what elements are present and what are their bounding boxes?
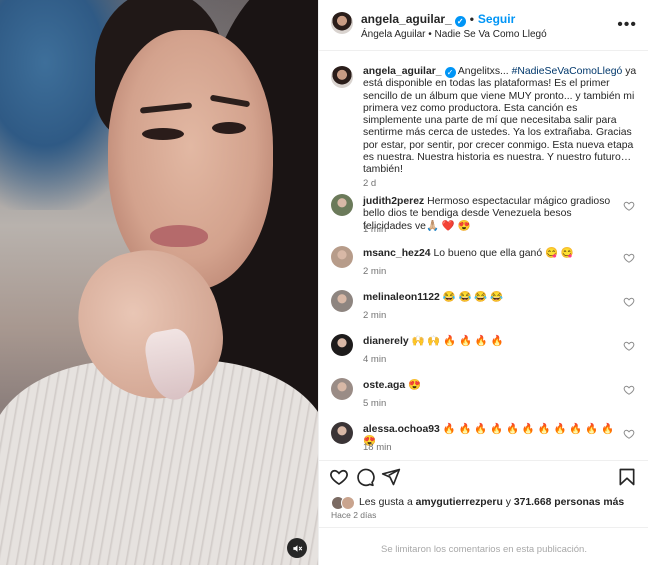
- comment-time[interactable]: 4 min: [363, 354, 386, 365]
- likes-summary[interactable]: Les gusta a amygutierrezperu y 371.668 p…: [331, 496, 637, 510]
- eye-right: [212, 122, 246, 134]
- comment-avatar[interactable]: [331, 194, 353, 216]
- comment-avatar[interactable]: [331, 246, 353, 268]
- comment-body: 😍: [408, 380, 421, 391]
- comments-limited-footer: Se limitaron los comentarios en esta pub…: [319, 527, 648, 565]
- caption-intro: Angelitxs...: [457, 66, 512, 77]
- comment-text: melinaleon1122 😂 😂 😂 😂: [363, 292, 617, 304]
- comment-body: 😂 😂 😂 😂: [442, 292, 504, 303]
- audio-track-link[interactable]: Ángela Aguilar • Nadie Se Va Como Llegó: [361, 29, 547, 40]
- caption-hashtag[interactable]: #NadieSeVaComoLlegó: [512, 66, 623, 77]
- heart-icon[interactable]: [329, 467, 349, 487]
- comment-avatar[interactable]: [331, 422, 353, 444]
- likes-user[interactable]: amygutierrezperu: [416, 497, 503, 508]
- comment-like-heart-icon[interactable]: [623, 384, 635, 396]
- avatar: [341, 496, 355, 510]
- comment-like-heart-icon[interactable]: [623, 200, 635, 212]
- caption-username[interactable]: angela_aguilar_: [363, 66, 442, 77]
- post-dialog: angela_aguilar_ ✓ • Seguir Ángela Aguilar •…: [0, 0, 648, 565]
- header-user-row: angela_aguilar_ ✓ • Seguir: [361, 12, 515, 27]
- comment-avatar[interactable]: [331, 378, 353, 400]
- likes-connector: y: [502, 497, 514, 508]
- likers-avatars: [331, 496, 357, 510]
- comment-like-heart-icon[interactable]: [623, 428, 635, 440]
- comment-username[interactable]: msanc_hez24: [363, 248, 431, 259]
- comment-username[interactable]: alessa.ochoa93: [363, 424, 440, 435]
- header-username[interactable]: angela_aguilar_: [361, 12, 452, 26]
- comment-username[interactable]: oste.aga: [363, 380, 405, 391]
- post-video[interactable]: [0, 0, 318, 565]
- caption-time[interactable]: 2 d: [363, 178, 376, 189]
- more-horizontal-icon[interactable]: •••: [617, 16, 637, 34]
- comment-like-heart-icon[interactable]: [623, 252, 635, 264]
- post-sidebar: angela_aguilar_ ✓ • Seguir Ángela Aguilar •…: [318, 0, 648, 565]
- post-date[interactable]: Hace 2 días: [331, 510, 376, 520]
- post-header: angela_aguilar_ ✓ • Seguir Ángela Aguilar •…: [319, 0, 648, 51]
- likes-count[interactable]: 371.668 personas más: [514, 497, 624, 508]
- comment-text: alessa.ochoa93 🔥 🔥 🔥 🔥 🔥 🔥 🔥 🔥 🔥 🔥 🔥 😍: [363, 424, 617, 449]
- caption-avatar[interactable]: [331, 66, 353, 88]
- comment-time[interactable]: 18 min: [363, 442, 392, 453]
- comment-text: msanc_hez24 Lo bueno que ella ganó 😋 😋: [363, 248, 617, 260]
- bookmark-icon[interactable]: [617, 467, 637, 487]
- comment-time[interactable]: 2 min: [363, 310, 386, 321]
- comment-username[interactable]: judith2perez: [363, 196, 424, 207]
- mute-button[interactable]: [287, 538, 307, 558]
- share-icon[interactable]: [381, 467, 401, 487]
- comment-avatar[interactable]: [331, 290, 353, 312]
- comment-text: judith2perez Hermoso espectacular mágico…: [363, 196, 617, 233]
- comment-username[interactable]: melinaleon1122: [363, 292, 440, 303]
- likes-text: Les gusta a amygutierrezperu y 371.668 p…: [359, 497, 624, 508]
- separator-dot: •: [469, 12, 474, 26]
- comment-time[interactable]: 5 min: [363, 398, 386, 409]
- comment-avatar[interactable]: [331, 334, 353, 356]
- likes-prefix: Les gusta a: [359, 497, 416, 508]
- eye-left: [142, 128, 184, 140]
- caption-text: angela_aguilar_ ✓ Angelitxs... #NadieSeVa…: [363, 66, 637, 177]
- comment-body: 🙌 🙌 🔥 🔥 🔥 🔥: [411, 336, 504, 347]
- comment-text: dianerely 🙌 🙌 🔥 🔥 🔥 🔥: [363, 336, 617, 348]
- comment-time[interactable]: 2 min: [363, 266, 386, 277]
- verified-badge-icon: ✓: [454, 16, 466, 27]
- comment-like-heart-icon[interactable]: [623, 296, 635, 308]
- lips: [150, 225, 208, 247]
- comment-time[interactable]: 1 min: [363, 224, 386, 235]
- comments-limited-message: Se limitaron los comentarios en esta pub…: [381, 544, 587, 555]
- comment-username[interactable]: dianerely: [363, 336, 409, 347]
- action-bar: [319, 460, 648, 490]
- caption-body: ya está disponible en todas las platafor…: [363, 66, 637, 176]
- audio-muted-icon: [292, 544, 302, 552]
- comments-scroll-area[interactable]: angela_aguilar_ ✓ Angelitxs... #NadieSeVa…: [319, 52, 648, 460]
- avatar[interactable]: [331, 12, 353, 34]
- follow-button[interactable]: Seguir: [478, 12, 515, 26]
- comment-like-heart-icon[interactable]: [623, 340, 635, 352]
- comment-text: oste.aga 😍: [363, 380, 617, 392]
- verified-badge-icon: ✓: [444, 67, 456, 78]
- comment-icon[interactable]: [355, 467, 375, 487]
- comment-body: Lo bueno que ella ganó 😋 😋: [433, 248, 574, 259]
